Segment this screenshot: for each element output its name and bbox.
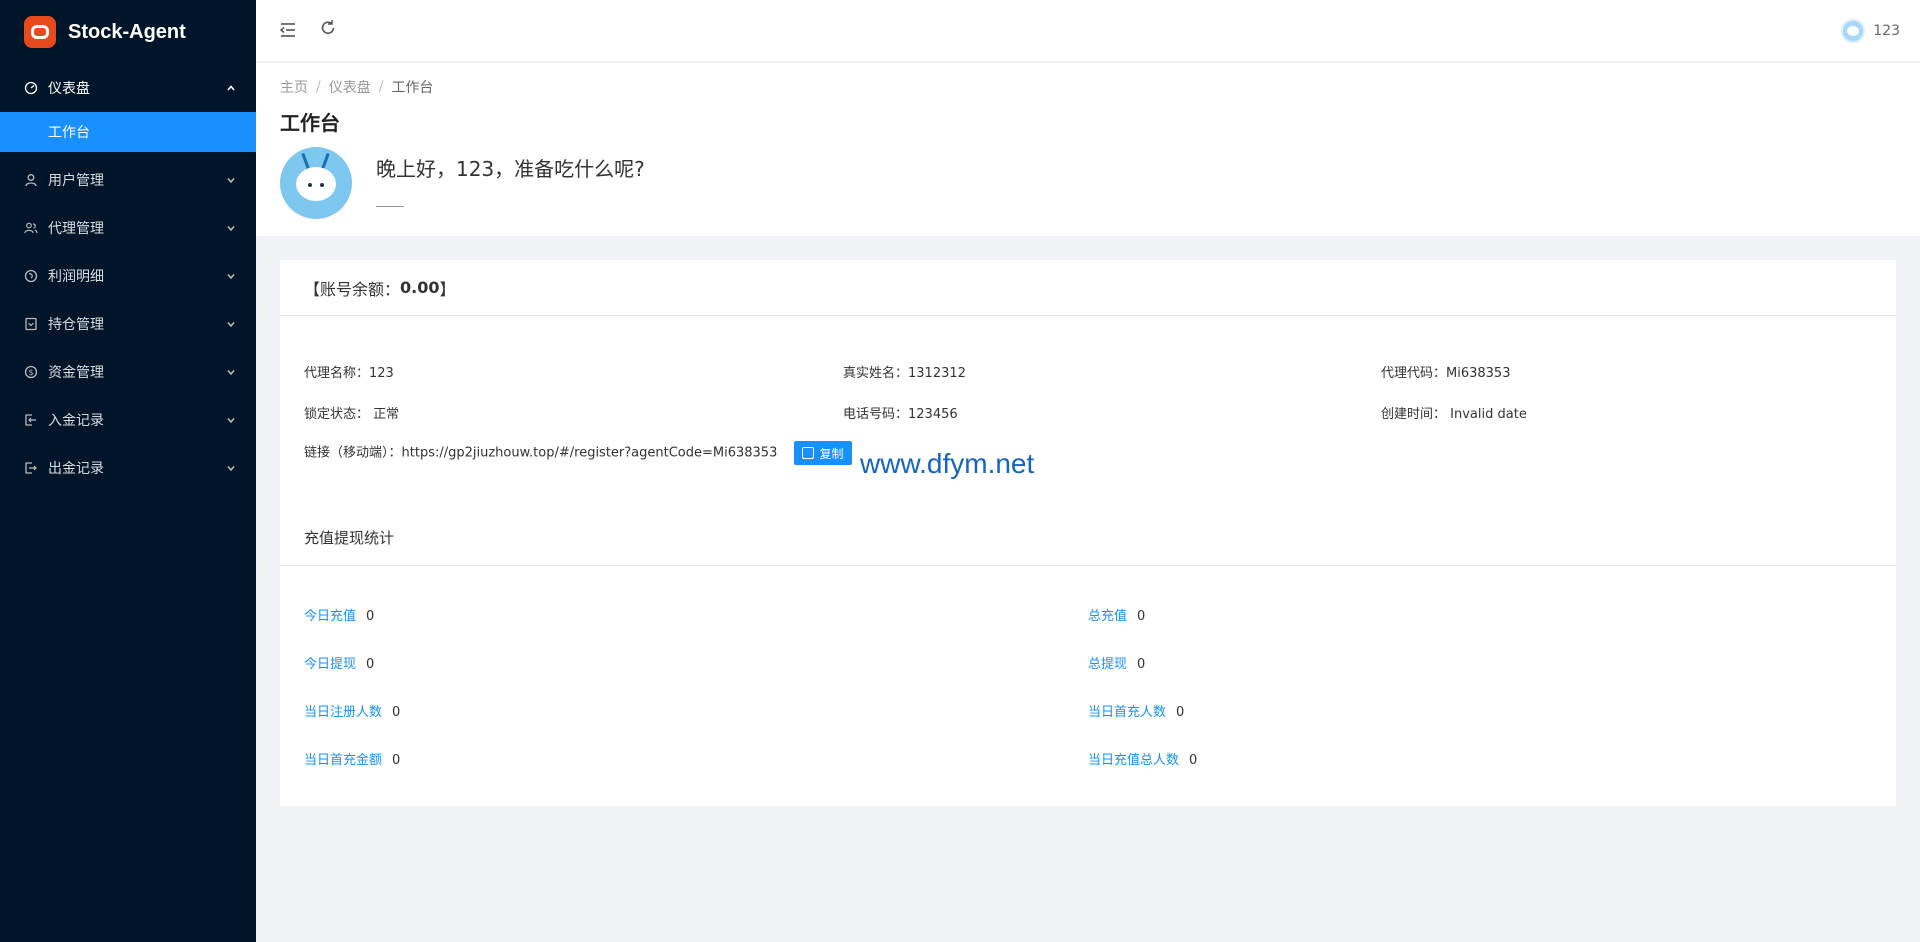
stat-today-first-recharge-count: 当日首充人数 0 <box>1088 705 1185 720</box>
sidebar-item-deposits[interactable]: 入金记录 <box>0 396 256 444</box>
sidebar-item-label: 利润明细 <box>48 269 104 285</box>
breadcrumb: 主页 / 仪表盘 / 工作台 <box>280 77 434 97</box>
sidebar-item-funds[interactable]: $ 资金管理 <box>0 348 256 396</box>
top-header: 123 <box>256 0 1920 62</box>
stat-total-recharge: 总充值 0 <box>1088 609 1146 624</box>
user-menu[interactable]: 123 <box>1841 19 1900 43</box>
copy-button[interactable]: 复制 <box>793 441 852 465</box>
chevron-down-icon <box>227 321 235 328</box>
chevron-down-icon <box>227 417 235 424</box>
stat-today-first-recharge-amount: 当日首充金额 0 <box>304 753 401 768</box>
account-card: 【账号余额： 0.00】 代理名称：123 真实姓名：1312312 代理代码：M… <box>280 260 1896 806</box>
logout-icon <box>24 461 38 475</box>
phone-field: 电话号码：123456 <box>843 407 958 422</box>
lock-status-field: 锁定状态： 正常 <box>304 407 400 422</box>
chevron-down-icon <box>227 177 235 184</box>
divider <box>376 206 404 220</box>
logo-icon <box>24 16 56 48</box>
agent-code-field: 代理代码：Mi638353 <box>1381 366 1511 381</box>
sidebar: Stock-Agent 仪表盘 工作台 用户管理 代理管理 利润明细 持仓管理 … <box>0 0 256 942</box>
page-header: 主页 / 仪表盘 / 工作台 工作台 晚上好，123，准备吃什么呢? <box>256 63 1920 236</box>
breadcrumb-home[interactable]: 主页 <box>280 77 308 97</box>
sidebar-item-label: 用户管理 <box>48 173 104 189</box>
login-icon <box>24 413 38 427</box>
chevron-down-icon <box>227 369 235 376</box>
page-title: 工作台 <box>280 111 340 135</box>
sidebar-item-positions[interactable]: 持仓管理 <box>0 300 256 348</box>
svg-text:$: $ <box>28 368 33 377</box>
username: 123 <box>1873 23 1900 39</box>
position-icon <box>24 317 38 331</box>
balance-value: 0.00 <box>400 278 440 297</box>
created-time-field: 创建时间： Invalid date <box>1381 407 1527 422</box>
avatar <box>1841 19 1866 43</box>
sidebar-item-users[interactable]: 用户管理 <box>0 156 256 204</box>
stats-title: 充值提现统计 <box>280 510 1896 566</box>
welcome-block: 晚上好，123，准备吃什么呢? <box>280 147 645 220</box>
sidebar-item-withdrawals[interactable]: 出金记录 <box>0 444 256 492</box>
dollar-icon: $ <box>24 365 38 379</box>
user-icon <box>24 173 38 187</box>
team-icon <box>24 221 38 235</box>
agent-name-field: 代理名称：123 <box>304 366 394 381</box>
reload-icon[interactable] <box>318 18 338 38</box>
sidebar-item-label: 仪表盘 <box>48 81 90 97</box>
register-link[interactable]: https://gp2jiuzhouw.top/#/register?agent… <box>402 446 778 461</box>
stat-today-register: 当日注册人数 0 <box>304 705 401 720</box>
sidebar-item-label: 出金记录 <box>48 461 104 477</box>
sidebar-item-label: 资金管理 <box>48 365 104 381</box>
sidebar-item-profit[interactable]: 利润明细 <box>0 252 256 300</box>
stat-total-withdraw: 总提现 0 <box>1088 657 1146 672</box>
greeting-text: 晚上好，123，准备吃什么呢? <box>376 157 645 181</box>
brand-name: Stock-Agent <box>68 20 186 43</box>
breadcrumb-current: 工作台 <box>391 80 434 96</box>
menu-fold-icon[interactable] <box>278 20 298 40</box>
sidebar-subitem-workbench[interactable]: 工作台 <box>0 112 256 152</box>
chevron-up-icon <box>227 85 235 91</box>
chevron-down-icon <box>227 273 235 280</box>
sidebar-item-dashboard[interactable]: 仪表盘 <box>0 64 256 112</box>
balance-title: 【账号余额： 0.00】 <box>280 260 1896 316</box>
stat-today-recharge: 今日充值 0 <box>304 609 375 624</box>
avatar <box>280 147 352 219</box>
real-name-field: 真实姓名：1312312 <box>843 366 966 381</box>
stat-today-recharge-users: 当日充值总人数 0 <box>1088 753 1198 768</box>
logo[interactable]: Stock-Agent <box>0 0 256 64</box>
copy-icon <box>801 447 814 459</box>
breadcrumb-dashboard[interactable]: 仪表盘 <box>329 77 371 97</box>
sidebar-item-label: 代理管理 <box>48 221 104 237</box>
dashboard-icon <box>24 81 38 95</box>
profit-icon <box>24 269 38 283</box>
stat-today-withdraw: 今日提现 0 <box>304 657 375 672</box>
watermark-text: www.dfym.net <box>860 448 1035 479</box>
chevron-down-icon <box>227 225 235 232</box>
chevron-down-icon <box>227 465 235 472</box>
sidebar-item-label: 入金记录 <box>48 413 104 429</box>
sidebar-item-label: 持仓管理 <box>48 317 104 333</box>
register-link-field: 链接（移动端）：https://gp2jiuzhouw.top/#/regist… <box>304 441 852 465</box>
sidebar-item-agents[interactable]: 代理管理 <box>0 204 256 252</box>
